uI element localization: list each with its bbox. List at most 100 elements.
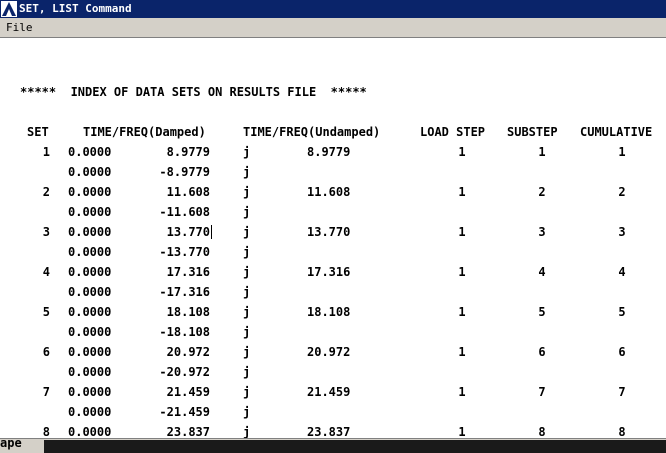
cell-substep: 8 [538, 425, 546, 438]
cell-real: 0.0000 [68, 365, 112, 379]
cell-damped: -21.459 [159, 405, 210, 419]
results-listing[interactable]: ***** INDEX OF DATA SETS ON RESULTS FILE… [0, 38, 666, 438]
title-bar[interactable]: SET, LIST Command [0, 0, 666, 18]
text-cursor [211, 225, 212, 239]
cell-imag-unit: j [243, 365, 251, 379]
cell-substep: 3 [538, 225, 546, 239]
cell-real: 0.0000 [68, 285, 112, 299]
menu-bar: File [0, 18, 666, 38]
cell-set: 2 [42, 185, 50, 199]
cell-real: 0.0000 [68, 325, 112, 339]
col-header-damped: TIME/FREQ(Damped) [83, 125, 206, 139]
cell-substep: 2 [538, 185, 546, 199]
cell-damped: 20.972 [166, 345, 210, 359]
cell-damped: -20.972 [159, 365, 210, 379]
cell-set: 8 [42, 425, 50, 438]
cell-real: 0.0000 [68, 145, 112, 159]
cell-imag-unit: j [243, 165, 251, 179]
cell-imag-unit: j [243, 345, 251, 359]
cell-set: 3 [42, 225, 50, 239]
cell-undamped: 11.608 [307, 185, 351, 199]
cell-damped: 23.837 [166, 425, 210, 438]
cell-damped: -17.316 [159, 285, 210, 299]
cell-load-step: 1 [458, 145, 466, 159]
cell-real: 0.0000 [68, 205, 112, 219]
col-header-cumulative: CUMULATIVE [580, 125, 653, 139]
cell-imag-unit: j [243, 325, 251, 339]
cell-imag-unit: j [243, 245, 251, 259]
cell-damped: 21.459 [166, 385, 210, 399]
cell-imag-unit: j [243, 205, 251, 219]
menu-file[interactable]: File [6, 18, 33, 37]
cell-real: 0.0000 [68, 425, 112, 438]
cell-load-step: 1 [458, 305, 466, 319]
cell-damped: 13.770 [166, 225, 210, 239]
cell-cumulative: 1 [618, 145, 626, 159]
cell-cumulative: 5 [618, 305, 626, 319]
cell-imag-unit: j [243, 425, 251, 438]
cell-substep: 7 [538, 385, 546, 399]
cell-imag-unit: j [243, 185, 251, 199]
cell-load-step: 1 [458, 425, 466, 438]
cell-real: 0.0000 [68, 165, 112, 179]
cell-set: 7 [42, 385, 50, 399]
col-header-load-step: LOAD STEP [420, 125, 486, 139]
taskbar: ape [0, 436, 666, 453]
cell-imag-unit: j [243, 385, 251, 399]
col-header-set: SET [27, 125, 49, 139]
cell-undamped: 23.837 [307, 425, 351, 438]
cell-set: 1 [42, 145, 50, 159]
cell-substep: 6 [538, 345, 546, 359]
cell-substep: 5 [538, 305, 546, 319]
cell-real: 0.0000 [68, 305, 112, 319]
cell-damped: -11.608 [159, 205, 210, 219]
cell-damped: 11.608 [166, 185, 210, 199]
cell-undamped: 13.770 [307, 225, 351, 239]
cell-imag-unit: j [243, 405, 251, 419]
listing-header: ***** INDEX OF DATA SETS ON RESULTS FILE… [20, 85, 367, 99]
cell-undamped: 20.972 [307, 345, 351, 359]
cell-load-step: 1 [458, 225, 466, 239]
cell-real: 0.0000 [68, 385, 112, 399]
cell-real: 0.0000 [68, 245, 112, 259]
cell-undamped: 21.459 [307, 385, 351, 399]
cell-damped: 17.316 [166, 265, 210, 279]
cell-set: 6 [42, 345, 50, 359]
cell-damped: 18.108 [166, 305, 210, 319]
cell-cumulative: 7 [618, 385, 626, 399]
taskbar-label[interactable]: ape [0, 436, 22, 450]
ansys-icon [1, 1, 17, 17]
cell-damped: -13.770 [159, 245, 210, 259]
cell-undamped: 17.316 [307, 265, 351, 279]
cell-real: 0.0000 [68, 345, 112, 359]
cell-imag-unit: j [243, 305, 251, 319]
cell-set: 4 [42, 265, 50, 279]
window-title: SET, LIST Command [19, 2, 132, 15]
cell-set: 5 [42, 305, 50, 319]
col-header-undamped: TIME/FREQ(Undamped) [243, 125, 381, 139]
cell-undamped: 18.108 [307, 305, 351, 319]
cell-real: 0.0000 [68, 185, 112, 199]
cell-imag-unit: j [243, 225, 251, 239]
cell-real: 0.0000 [68, 225, 112, 239]
cell-cumulative: 8 [618, 425, 626, 438]
cell-damped: 8.9779 [166, 145, 210, 159]
cell-imag-unit: j [243, 265, 251, 279]
cell-cumulative: 3 [618, 225, 626, 239]
cell-load-step: 1 [458, 385, 466, 399]
cell-load-step: 1 [458, 345, 466, 359]
cell-real: 0.0000 [68, 405, 112, 419]
cell-cumulative: 2 [618, 185, 626, 199]
cell-damped: -8.9779 [159, 165, 210, 179]
cell-imag-unit: j [243, 285, 251, 299]
cell-substep: 4 [538, 265, 546, 279]
cell-load-step: 1 [458, 185, 466, 199]
cell-undamped: 8.9779 [307, 145, 351, 159]
cell-real: 0.0000 [68, 265, 112, 279]
cell-substep: 1 [538, 145, 546, 159]
cell-imag-unit: j [243, 145, 251, 159]
cell-cumulative: 4 [618, 265, 626, 279]
taskbar-panel [44, 440, 666, 453]
cell-damped: -18.108 [159, 325, 210, 339]
cell-cumulative: 6 [618, 345, 626, 359]
